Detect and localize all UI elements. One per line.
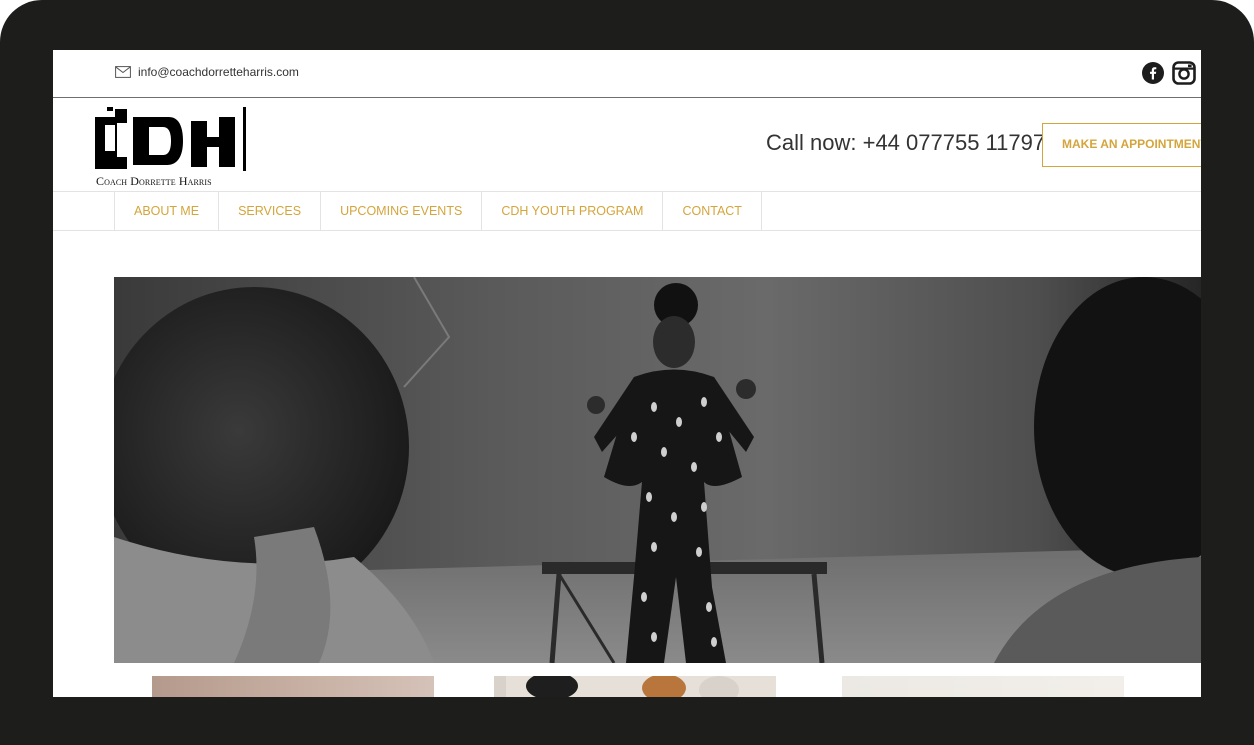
nav-item-youth-program[interactable]: CDH YOUTH PROGRAM [482,192,664,230]
make-appointment-button[interactable]: MAKE AN APPOINTMENT [1042,123,1201,167]
main-navigation: ABOUT ME SERVICES UPCOMING EVENTS CDH YO… [53,192,1201,231]
nav-list: ABOUT ME SERVICES UPCOMING EVENTS CDH YO… [114,192,762,230]
top-bar: info@coachdorretteharris.com [53,50,1201,98]
logo-subtitle: Coach Dorrette Harris [96,174,212,188]
logo-mark [95,107,246,171]
nav-item-upcoming-events[interactable]: UPCOMING EVENTS [321,192,483,230]
card-image-1[interactable] [152,676,434,697]
site-header: Coach Dorrette Harris Call now: +44 0777… [53,99,1201,192]
instagram-icon[interactable] [1172,61,1196,85]
browser-viewport: info@coachdorretteharris.com Coach Dorre… [53,50,1201,697]
card-image-2[interactable] [494,676,776,697]
nav-item-contact[interactable]: CONTACT [663,192,762,230]
nav-item-about-me[interactable]: ABOUT ME [115,192,220,230]
card-image-3[interactable] [842,676,1124,697]
call-now-text: Call now: +44 077755 11797 [766,130,1046,155]
email-link[interactable]: info@coachdorretteharris.com [138,65,299,79]
device-frame: info@coachdorretteharris.com Coach Dorre… [0,0,1254,745]
site-logo[interactable]: Coach Dorrette Harris [93,107,248,188]
hero-image [114,277,1201,663]
facebook-icon[interactable] [1142,62,1164,84]
mail-icon [115,66,131,78]
nav-item-services[interactable]: SERVICES [219,192,322,230]
